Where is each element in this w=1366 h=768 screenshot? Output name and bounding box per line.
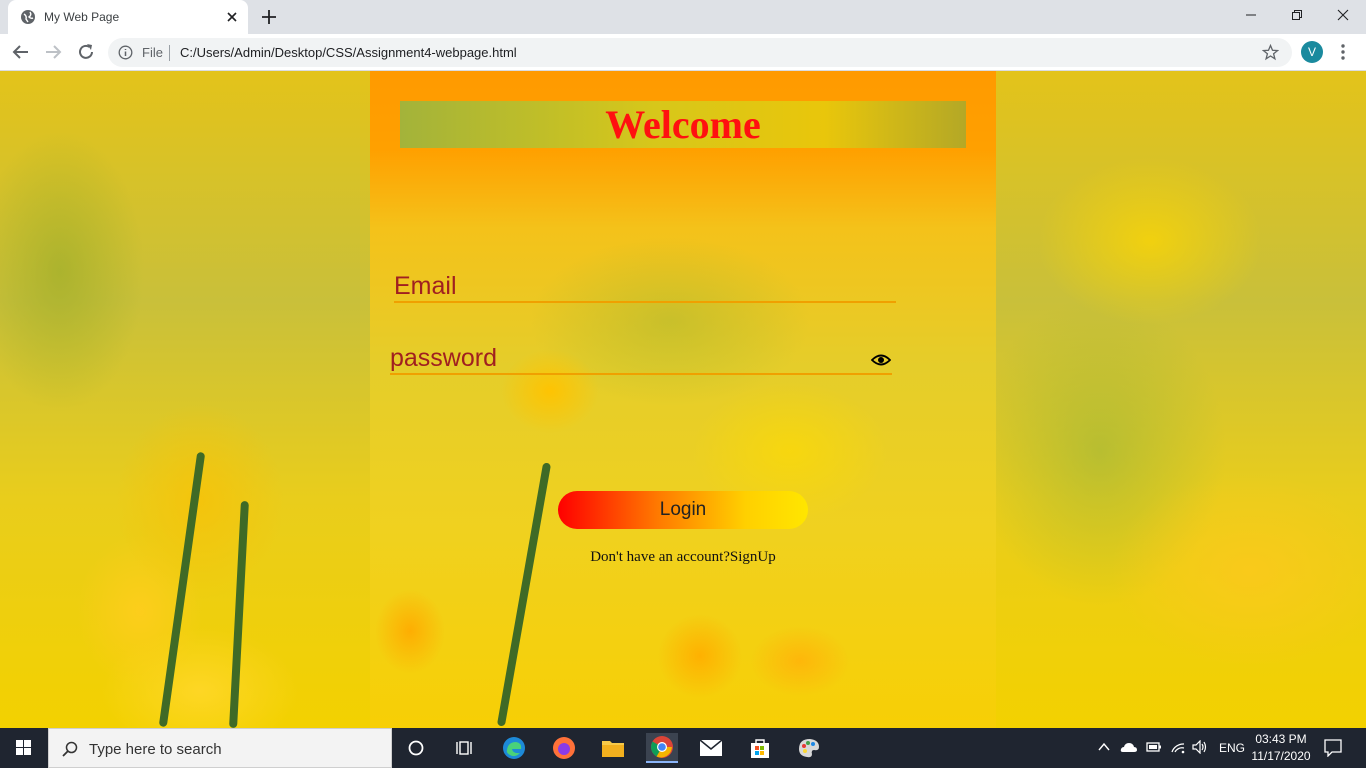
welcome-title: Welcome (605, 102, 761, 147)
cortana-button[interactable] (400, 733, 432, 763)
minimize-icon (1246, 14, 1256, 16)
flower-stem (496, 462, 552, 727)
search-placeholder: Type here to search (89, 741, 222, 758)
password-input[interactable] (390, 343, 892, 373)
edge-button[interactable] (498, 733, 530, 763)
volume-icon[interactable] (1192, 740, 1208, 754)
taskbar: Type here to search ENG 03:43 PM 11/17/2… (0, 728, 1366, 768)
profile-avatar[interactable]: V (1301, 41, 1323, 63)
password-field[interactable] (390, 343, 892, 375)
page-background: Welcome Login Don't have an account?Sign… (0, 71, 1366, 728)
chrome-button[interactable] (646, 733, 678, 763)
address-bar[interactable]: File C:/Users/Admin/Desktop/CSS/Assignme… (108, 38, 1292, 67)
signup-link[interactable]: Don't have an account?SignUp (370, 549, 996, 566)
chrome-icon (651, 736, 673, 758)
address-separator (169, 45, 170, 61)
new-tab-icon[interactable] (260, 8, 278, 26)
mail-icon (699, 739, 723, 756)
taskbar-search[interactable]: Type here to search (48, 728, 392, 768)
close-tab-icon[interactable] (224, 9, 240, 25)
back-arrow-icon[interactable] (11, 42, 31, 62)
tab-strip: My Web Page (0, 0, 1366, 34)
minimize-button[interactable] (1228, 0, 1274, 30)
firefox-icon (553, 737, 575, 759)
bookmark-star-icon[interactable] (1262, 44, 1279, 61)
browser-tab[interactable]: My Web Page (8, 0, 248, 34)
flower-stem (158, 451, 206, 728)
mail-button[interactable] (695, 733, 727, 763)
notifications-icon[interactable] (1324, 739, 1342, 757)
email-input[interactable] (394, 271, 896, 301)
tab-title: My Web Page (44, 10, 120, 24)
welcome-banner: Welcome (400, 101, 966, 148)
paint-button[interactable] (793, 733, 825, 763)
url-text[interactable]: C:/Users/Admin/Desktop/CSS/Assignment4-w… (180, 45, 517, 60)
cortana-icon (408, 740, 424, 756)
more-menu-icon[interactable] (1337, 43, 1349, 61)
windows-logo-icon (16, 740, 31, 755)
browser-toolbar: File C:/Users/Admin/Desktop/CSS/Assignme… (0, 34, 1366, 71)
wifi-icon[interactable] (1170, 740, 1186, 754)
eye-icon[interactable] (871, 353, 891, 367)
reload-icon[interactable] (76, 42, 96, 62)
login-button[interactable]: Login (558, 491, 808, 529)
close-icon (1337, 9, 1349, 21)
file-explorer-button[interactable] (597, 733, 629, 763)
forward-arrow-icon[interactable] (43, 42, 63, 62)
email-field[interactable] (394, 271, 896, 303)
start-button[interactable] (0, 728, 48, 768)
restore-icon (1292, 10, 1302, 20)
info-icon[interactable] (118, 45, 133, 60)
store-icon (751, 739, 769, 758)
onedrive-icon[interactable] (1120, 741, 1138, 753)
clock-time: 03:43 PM (1255, 732, 1307, 746)
clock[interactable]: 03:43 PM 11/17/2020 (1248, 731, 1314, 765)
paint-palette-icon (799, 739, 819, 758)
language-indicator[interactable]: ENG (1219, 741, 1245, 755)
firefox-button[interactable] (548, 733, 580, 763)
close-window-button[interactable] (1320, 0, 1366, 30)
store-button[interactable] (744, 733, 776, 763)
login-panel: Welcome Login Don't have an account?Sign… (370, 71, 996, 728)
show-hidden-icons-icon[interactable] (1098, 742, 1110, 752)
flower-stem (229, 500, 249, 728)
folder-icon (602, 741, 624, 757)
search-icon (62, 741, 78, 757)
clock-date: 11/17/2020 (1251, 749, 1311, 763)
scheme-label: File (142, 45, 163, 60)
task-view-button[interactable] (448, 733, 480, 763)
restore-button[interactable] (1274, 0, 1320, 30)
globe-icon (21, 10, 35, 24)
battery-icon[interactable] (1146, 741, 1162, 753)
edge-icon (503, 737, 525, 759)
task-view-icon (456, 741, 472, 755)
